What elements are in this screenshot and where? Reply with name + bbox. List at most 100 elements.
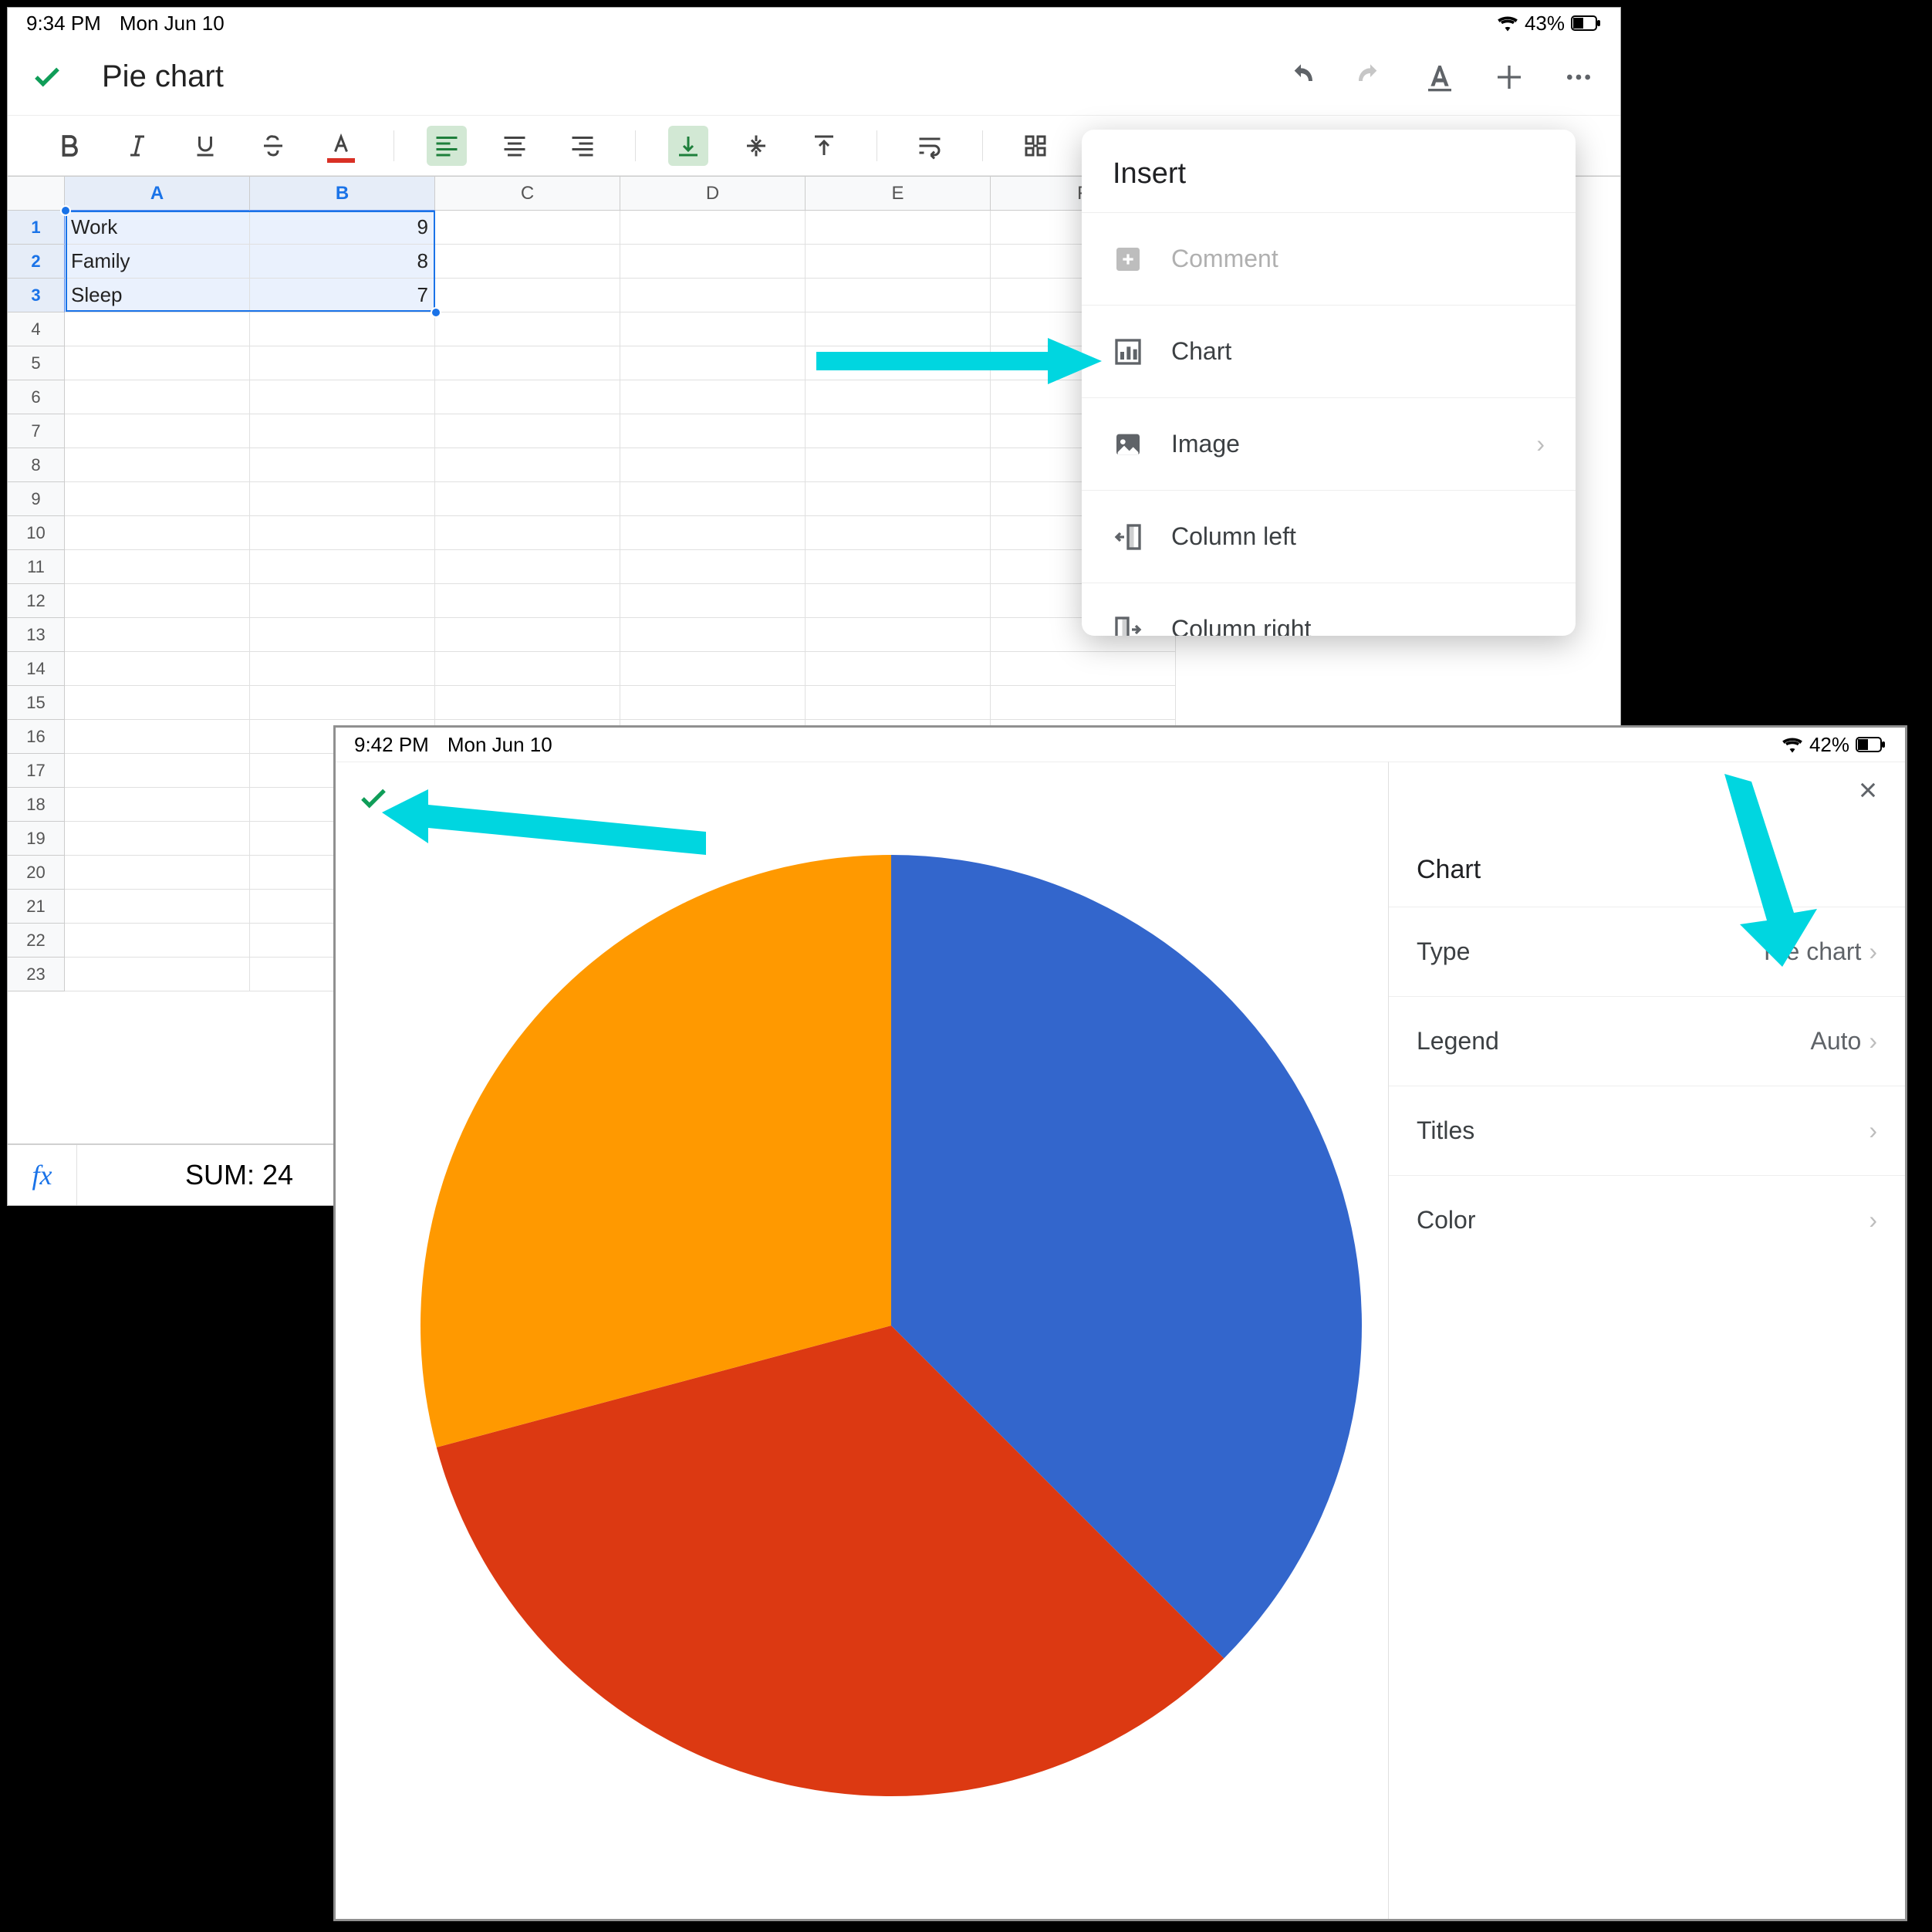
grid-cell[interactable] — [435, 279, 620, 312]
grid-cell[interactable] — [806, 686, 991, 720]
column-header[interactable]: B — [250, 177, 435, 211]
grid-cell[interactable] — [250, 652, 435, 686]
grid-cell[interactable] — [250, 414, 435, 448]
grid-cell[interactable] — [806, 245, 991, 279]
grid-cell[interactable] — [620, 516, 806, 550]
grid-cell[interactable] — [250, 618, 435, 652]
grid-cell[interactable] — [435, 245, 620, 279]
row-header[interactable]: 23 — [8, 958, 65, 991]
row-header[interactable]: 10 — [8, 516, 65, 550]
grid-cell[interactable] — [806, 652, 991, 686]
grid-cell[interactable] — [65, 754, 250, 788]
grid-cell[interactable] — [806, 448, 991, 482]
grid-cell[interactable] — [806, 618, 991, 652]
document-title[interactable]: Pie chart — [102, 59, 224, 94]
grid-cell[interactable] — [250, 584, 435, 618]
row-header[interactable]: 15 — [8, 686, 65, 720]
grid-cell[interactable] — [806, 414, 991, 448]
grid-cell[interactable] — [620, 482, 806, 516]
grid-cell[interactable] — [65, 346, 250, 380]
wrap-button[interactable] — [910, 126, 950, 166]
grid-cell[interactable] — [65, 448, 250, 482]
grid-cell[interactable] — [620, 380, 806, 414]
grid-cell[interactable] — [65, 516, 250, 550]
grid-cell[interactable] — [250, 448, 435, 482]
row-header[interactable]: 22 — [8, 924, 65, 958]
grid-cell[interactable] — [620, 279, 806, 312]
fx-icon[interactable]: fx — [8, 1145, 77, 1205]
grid-cell[interactable] — [435, 380, 620, 414]
text-format-button[interactable] — [1421, 59, 1458, 96]
grid-cell[interactable] — [806, 279, 991, 312]
grid-cell[interactable] — [250, 312, 435, 346]
grid-cell[interactable] — [65, 652, 250, 686]
grid-cell[interactable] — [65, 924, 250, 958]
row-header[interactable]: 6 — [8, 380, 65, 414]
grid-cell[interactable] — [250, 346, 435, 380]
grid-cell[interactable] — [250, 550, 435, 584]
chart-titles-row[interactable]: Titles › — [1389, 1086, 1905, 1175]
align-left-button[interactable] — [427, 126, 467, 166]
grid-cell[interactable] — [435, 652, 620, 686]
grid-cell[interactable] — [435, 448, 620, 482]
grid-cell[interactable] — [435, 482, 620, 516]
row-header[interactable]: 21 — [8, 890, 65, 924]
row-header[interactable]: 5 — [8, 346, 65, 380]
grid-cell[interactable] — [65, 550, 250, 584]
grid-cell[interactable] — [65, 958, 250, 991]
row-header[interactable]: 9 — [8, 482, 65, 516]
grid-cell[interactable] — [806, 516, 991, 550]
grid-cell[interactable] — [435, 346, 620, 380]
grid-cell[interactable] — [250, 516, 435, 550]
insert-menu-item[interactable]: Column right — [1082, 583, 1576, 636]
grid-cell[interactable] — [250, 380, 435, 414]
row-header[interactable]: 14 — [8, 652, 65, 686]
grid-cell[interactable] — [65, 856, 250, 890]
grid-cell[interactable] — [620, 448, 806, 482]
grid-cell[interactable] — [250, 482, 435, 516]
valign-bottom-button[interactable] — [668, 126, 708, 166]
valign-middle-button[interactable] — [736, 126, 776, 166]
row-header[interactable]: 1 — [8, 211, 65, 245]
grid-cell[interactable] — [806, 550, 991, 584]
merge-button[interactable] — [1015, 126, 1056, 166]
grid-cell[interactable]: 8 — [250, 245, 435, 279]
insert-menu-item[interactable]: Chart — [1082, 305, 1576, 397]
row-header[interactable]: 20 — [8, 856, 65, 890]
insert-menu-item[interactable]: Column left — [1082, 490, 1576, 583]
insert-menu-item[interactable]: Image › — [1082, 397, 1576, 490]
grid-cell[interactable] — [806, 380, 991, 414]
grid-cell[interactable] — [65, 414, 250, 448]
row-header[interactable]: 13 — [8, 618, 65, 652]
grid-cell[interactable] — [65, 822, 250, 856]
grid-cell[interactable] — [65, 686, 250, 720]
grid-cell[interactable]: Work — [65, 211, 250, 245]
grid-cell[interactable] — [65, 788, 250, 822]
grid-cell[interactable] — [620, 312, 806, 346]
grid-cell[interactable] — [65, 618, 250, 652]
close-button[interactable] — [1853, 775, 1883, 806]
grid-cell[interactable]: 9 — [250, 211, 435, 245]
grid-cell[interactable] — [991, 652, 1176, 686]
chart-legend-row[interactable]: Legend Auto› — [1389, 996, 1905, 1086]
text-color-button[interactable] — [321, 126, 361, 166]
grid-cell[interactable] — [65, 720, 250, 754]
row-header[interactable]: 11 — [8, 550, 65, 584]
grid-cell[interactable]: 7 — [250, 279, 435, 312]
grid-cell[interactable] — [806, 211, 991, 245]
column-header[interactable]: D — [620, 177, 806, 211]
undo-button[interactable] — [1282, 59, 1319, 96]
row-header[interactable]: 18 — [8, 788, 65, 822]
grid-cell[interactable]: Sleep — [65, 279, 250, 312]
grid-cell[interactable] — [435, 584, 620, 618]
grid-cell[interactable] — [65, 584, 250, 618]
row-header[interactable]: 8 — [8, 448, 65, 482]
row-header[interactable]: 16 — [8, 720, 65, 754]
grid-cell[interactable] — [65, 312, 250, 346]
row-header[interactable]: 4 — [8, 312, 65, 346]
grid-cell[interactable] — [806, 584, 991, 618]
grid-cell[interactable]: Family — [65, 245, 250, 279]
more-button[interactable] — [1560, 59, 1597, 96]
grid-cell[interactable] — [620, 550, 806, 584]
row-header[interactable]: 19 — [8, 822, 65, 856]
